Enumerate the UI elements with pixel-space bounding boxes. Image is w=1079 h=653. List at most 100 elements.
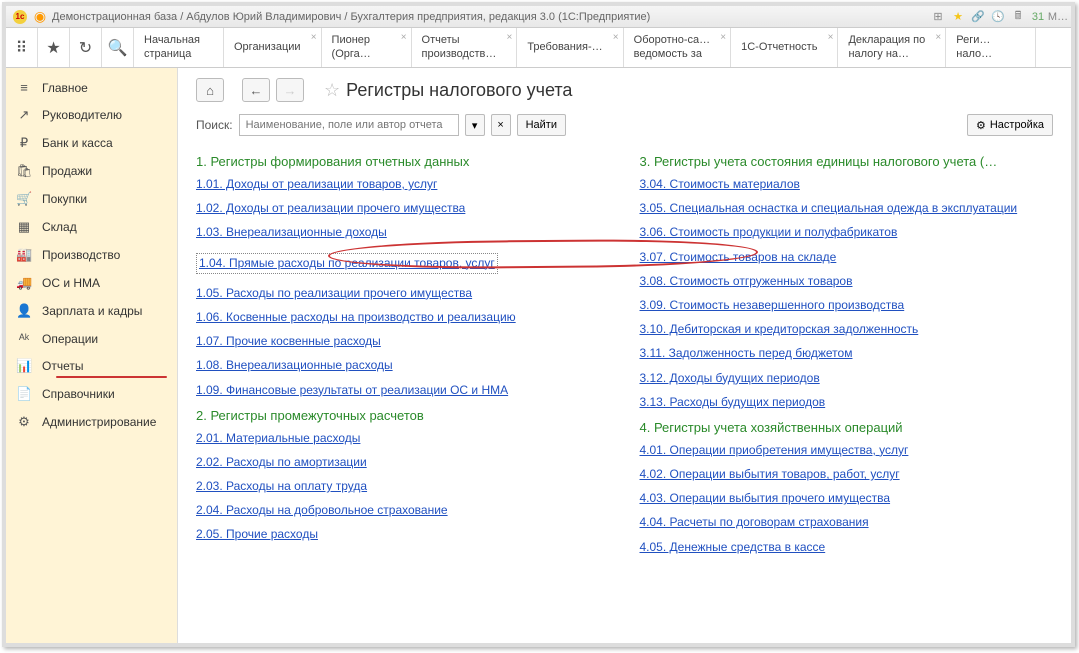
sidebar-item-10[interactable]: 📊Отчеты [6, 352, 177, 380]
tab-4[interactable]: Требования-…× [517, 28, 623, 67]
report-link[interactable]: 4.04. Расчеты по договорам страхования [640, 513, 1054, 532]
sidebar-item-label: Администрирование [42, 415, 156, 429]
sidebar-icon: ₽ [16, 135, 32, 151]
tab-2[interactable]: Пионер(Орга…× [322, 28, 412, 67]
report-link[interactable]: 2.03. Расходы на оплату труда [196, 477, 610, 496]
report-link[interactable]: 3.10. Дебиторская и кредиторская задолже… [640, 320, 1054, 339]
report-link[interactable]: 1.08. Внереализационные расходы [196, 356, 610, 375]
tab-6[interactable]: 1С-Отчетность× [731, 28, 838, 67]
sidebar-icon: 🛍 [16, 163, 32, 179]
report-link[interactable]: 2.01. Материальные расходы [196, 429, 610, 448]
tab-3[interactable]: Отчетыпроизводств…× [412, 28, 518, 67]
report-link[interactable]: 4.01. Операции приобретения имущества, у… [640, 441, 1054, 460]
history-icon[interactable]: ↻ [70, 28, 102, 67]
sidebar-icon: ≡ [16, 80, 32, 95]
report-link[interactable]: 3.08. Стоимость отгруженных товаров [640, 272, 1054, 291]
tb-icon-1[interactable]: ⊞ [931, 10, 945, 24]
back-button[interactable]: ← [242, 78, 270, 102]
tb-icon-clock[interactable]: 🕓 [991, 10, 1005, 24]
sidebar-item-9[interactable]: ᴬᵏОперации [6, 325, 177, 352]
search-input[interactable] [239, 114, 459, 136]
favorite-icon[interactable]: ☆ [324, 80, 340, 101]
sidebar-item-7[interactable]: 🚚ОС и НМА [6, 269, 177, 297]
report-link[interactable]: 1.07. Прочие косвенные расходы [196, 332, 610, 351]
window-title: Демонстрационная база / Абдулов Юрий Вла… [52, 11, 650, 23]
tab-1[interactable]: Организации× [224, 28, 322, 67]
sidebar-item-8[interactable]: 👤 Зарплата и кадры [6, 297, 177, 325]
search-icon[interactable]: 🔍 [102, 28, 134, 67]
tb-icon-link[interactable]: 🔗 [971, 10, 985, 24]
report-link[interactable]: 3.06. Стоимость продукции и полуфабрикат… [640, 223, 1054, 242]
report-link[interactable]: 3.12. Доходы будущих периодов [640, 369, 1054, 388]
sidebar-item-6[interactable]: 🏭Производство [6, 241, 177, 269]
search-row: Поиск: ▾ × Найти ⚙ Настройка [196, 114, 1053, 136]
tb-icon-m[interactable]: M… [1051, 10, 1065, 24]
sidebar-item-4[interactable]: 🛒Покупки [6, 185, 177, 213]
report-link[interactable]: 4.02. Операции выбытия товаров, работ, у… [640, 465, 1054, 484]
sidebar-item-label: ОС и НМА [42, 276, 100, 290]
tab-8[interactable]: Реги…нало… [946, 28, 1036, 67]
tab-5[interactable]: Оборотно-са…ведомость за× [624, 28, 731, 67]
tb-icon-star[interactable]: ★ [951, 10, 965, 24]
report-link[interactable]: 3.13. Расходы будущих периодов [640, 393, 1054, 412]
report-link[interactable]: 1.02. Доходы от реализации прочего имуще… [196, 199, 610, 218]
sidebar-icon: 📄 [16, 386, 32, 402]
titlebar-right-icons: ⊞ ★ 🔗 🕓 🖩 31 M… [931, 10, 1065, 24]
content-toolbar: ⌂ ← → ☆ Регистры налогового учета [196, 78, 1053, 102]
report-link[interactable]: 4.05. Денежные средства в кассе [640, 538, 1054, 557]
sidebar-item-0[interactable]: ≡ Главное [6, 74, 177, 101]
close-icon[interactable]: × [935, 32, 941, 44]
sidebar-icon: 👤 [16, 303, 32, 319]
close-icon[interactable]: × [720, 32, 726, 44]
sidebar-item-1[interactable]: ↗Руководителю [6, 101, 177, 129]
report-link[interactable]: 4.03. Операции выбытия прочего имущества [640, 489, 1054, 508]
section-3-title: 3. Регистры учета состояния единицы нало… [640, 154, 1054, 169]
settings-button[interactable]: ⚙ Настройка [967, 114, 1053, 136]
sidebar-item-3[interactable]: 🛍 Продажи [6, 157, 177, 185]
tab-7[interactable]: Декларация поналогу на…× [838, 28, 946, 67]
find-button[interactable]: Найти [517, 114, 566, 136]
report-link[interactable]: 2.05. Прочие расходы [196, 525, 610, 544]
close-icon[interactable]: × [506, 32, 512, 44]
close-icon[interactable]: × [828, 32, 834, 44]
sidebar-item-2[interactable]: ₽ Банк и касса [6, 129, 177, 157]
sidebar-item-5[interactable]: ▦Склад [6, 213, 177, 241]
tb-icon-calc[interactable]: 🖩 [1011, 10, 1025, 24]
report-link[interactable]: 3.04. Стоимость материалов [640, 175, 1054, 194]
sidebar-item-label: Главное [42, 81, 88, 95]
report-link[interactable]: 3.11. Задолженность перед бюджетом [640, 344, 1054, 363]
sidebar-item-12[interactable]: ⚙Администрирование [6, 408, 177, 436]
search-clear-button[interactable]: × [491, 114, 511, 136]
close-icon[interactable]: × [311, 32, 317, 44]
sidebar-item-11[interactable]: 📄Справочники [6, 380, 177, 408]
report-link[interactable]: 2.02. Расходы по амортизации [196, 453, 610, 472]
forward-button[interactable]: → [276, 78, 304, 102]
report-link[interactable]: 1.06. Косвенные расходы на производство … [196, 308, 610, 327]
report-link[interactable]: 2.04. Расходы на добровольное страховани… [196, 501, 610, 520]
home-button[interactable]: ⌂ [196, 78, 224, 102]
close-icon[interactable]: × [613, 32, 619, 44]
report-link[interactable]: 3.05. Специальная оснастка и специальная… [640, 199, 1054, 218]
report-link[interactable]: 1.05. Расходы по реализации прочего имущ… [196, 284, 610, 303]
report-link[interactable]: 1.04. Прямые расходы по реализации товар… [196, 253, 498, 274]
report-link[interactable]: 1.09. Финансовые результаты от реализаци… [196, 381, 610, 400]
dropdown-icon[interactable]: ◉ [32, 9, 48, 25]
report-link[interactable]: 3.09. Стоимость незавершенного производс… [640, 296, 1054, 315]
section-4-title: 4. Регистры учета хозяйственных операций [640, 420, 1054, 435]
sidebar-item-label: Продажи [42, 164, 92, 178]
top-toolbar: ⠿ ★ ↻ 🔍 НачальнаястраницаОрганизации×Пио… [6, 28, 1071, 68]
sidebar-item-label: Зарплата и кадры [42, 304, 142, 318]
tb-icon-cal[interactable]: 31 [1031, 10, 1045, 24]
apps-icon[interactable]: ⠿ [6, 28, 38, 67]
sidebar: ≡ Главное ↗Руководителю ₽ Банк и касса 🛍 Прода… [6, 68, 178, 643]
report-link[interactable]: 1.03. Внереализационные доходы [196, 223, 610, 242]
report-link[interactable]: 3.07. Стоимость товаров на складе [640, 248, 1054, 267]
search-dropdown-button[interactable]: ▾ [465, 114, 485, 136]
sidebar-item-label: Банк и касса [42, 136, 113, 150]
sidebar-item-label: Операции [42, 332, 98, 346]
sidebar-icon: ▦ [16, 219, 32, 235]
tab-0[interactable]: Начальнаястраница [134, 28, 224, 67]
close-icon[interactable]: × [401, 32, 407, 44]
report-link[interactable]: 1.01. Доходы от реализации товаров, услу… [196, 175, 610, 194]
star-icon[interactable]: ★ [38, 28, 70, 67]
